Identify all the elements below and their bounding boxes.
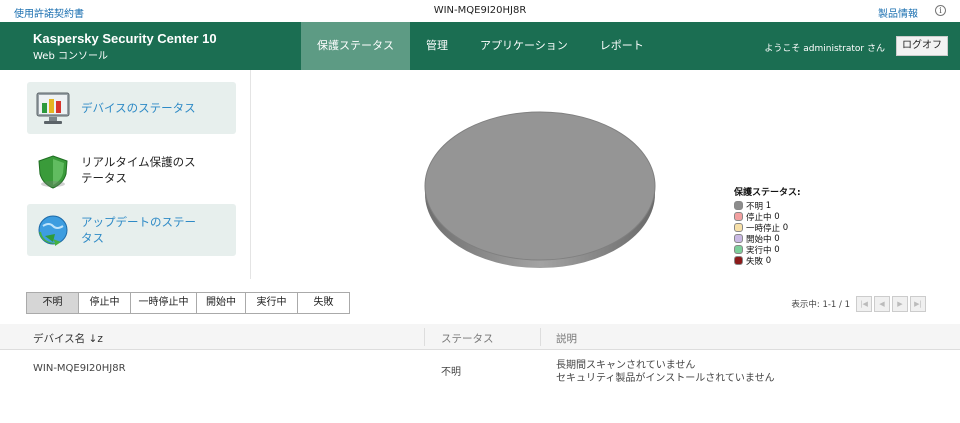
update-globe-icon [38,215,68,246]
logout-button[interactable]: ログオフ [896,36,948,56]
legend-item: 不明 1 [734,200,801,212]
legend-item: 実行中 0 [734,244,801,256]
pie-slice-unknown[interactable] [424,111,656,261]
filter-starting-button[interactable]: 開始中 [196,292,246,314]
legend-swatch [734,212,743,221]
device-status-label: デバイスのステータス [81,101,196,115]
monitor-chart-icon [36,92,70,124]
realtime-protection-label-line2: テータス [81,171,127,185]
legend-swatch [734,245,743,254]
info-icon[interactable]: i [935,5,946,16]
device-status-card[interactable]: デバイスのステータス [27,82,236,134]
last-page-icon[interactable]: ▶| [910,296,926,312]
main-nav: 保護ステータス 管理 アプリケーション レポート [301,22,660,70]
column-device-name[interactable]: デバイス名 ↓z [33,331,103,346]
tab-applications[interactable]: アプリケーション [464,22,584,70]
next-page-icon[interactable]: ▶ [892,296,908,312]
filter-running-button[interactable]: 実行中 [245,292,298,314]
device-name-cell[interactable]: WIN-MQE9I20HJ8R [33,363,126,374]
tab-protection-status[interactable]: 保護ステータス [301,22,410,70]
prev-page-icon[interactable]: ◀ [874,296,890,312]
legend-swatch [734,234,743,243]
top-utility-bar: 使用許諾契約書 WIN-MQE9I20HJ8R 製品情報 i [0,0,960,22]
pie-chart [424,111,656,268]
column-status[interactable]: ステータス [441,331,494,346]
column-divider [540,328,541,346]
chart-legend: 保護ステータス: 不明 1 停止中 0 一時停止 0 開始中 0 実行中 0 失… [734,185,801,267]
hostname-label: WIN-MQE9I20HJ8R [433,5,527,16]
first-page-icon[interactable]: |◀ [856,296,872,312]
legend-title: 保護ステータス: [734,188,801,198]
update-status-card[interactable]: アップデートのステー タス [27,204,236,256]
filter-unknown-button[interactable]: 不明 [26,292,79,314]
legend-item: 失敗 0 [734,255,801,267]
legend-swatch [734,201,743,210]
filter-failed-button[interactable]: 失敗 [297,292,350,314]
table-row[interactable]: WIN-MQE9I20HJ8R 不明 長期間スキャンされていません セキュリティ… [0,351,960,387]
filter-paused-button[interactable]: 一時停止中 [130,292,197,314]
column-divider [424,328,425,346]
tab-management[interactable]: 管理 [410,22,464,70]
legend-item: 一時停止 0 [734,222,801,234]
legend-item: 停止中 0 [734,211,801,223]
description-cell-line2: セキュリティ製品がインストールされていません [556,373,775,384]
legend-swatch [734,223,743,232]
tab-reports[interactable]: レポート [584,22,660,70]
pager-info: 表示中: 1-1 / 1 [791,300,850,310]
brand-subtitle: Web コンソール [33,51,108,62]
pager: 表示中: 1-1 / 1 |◀ ◀ ▶ ▶| [791,296,926,312]
status-category-panel: デバイスのステータス リアルタイム保護のス テータス アップデートのステー タス [0,70,251,279]
app-header: Kaspersky Security Center 10 Web コンソール 保… [0,22,960,70]
legend-item: 開始中 0 [734,233,801,245]
status-cell: 不明 [441,367,461,378]
realtime-protection-card[interactable]: リアルタイム保護のス テータス [27,146,236,198]
brand-title: Kaspersky Security Center 10 [33,31,217,46]
column-description[interactable]: 説明 [556,331,577,346]
filter-stopped-button[interactable]: 停止中 [78,292,131,314]
device-table-header: デバイス名 ↓z ステータス 説明 [0,324,960,350]
shield-icon [38,155,68,189]
product-info-link[interactable]: 製品情報 [878,5,918,20]
update-status-label-line1: アップデートのステー [81,215,196,229]
realtime-protection-label-line1: リアルタイム保護のス [81,155,196,169]
legend-swatch [734,256,743,265]
welcome-text: ようこそ administrator さん [764,44,885,54]
update-status-label-line2: タス [81,231,104,245]
status-filter-bar: 不明 停止中 一時停止中 開始中 実行中 失敗 [26,292,350,314]
protection-status-chart [252,70,960,279]
